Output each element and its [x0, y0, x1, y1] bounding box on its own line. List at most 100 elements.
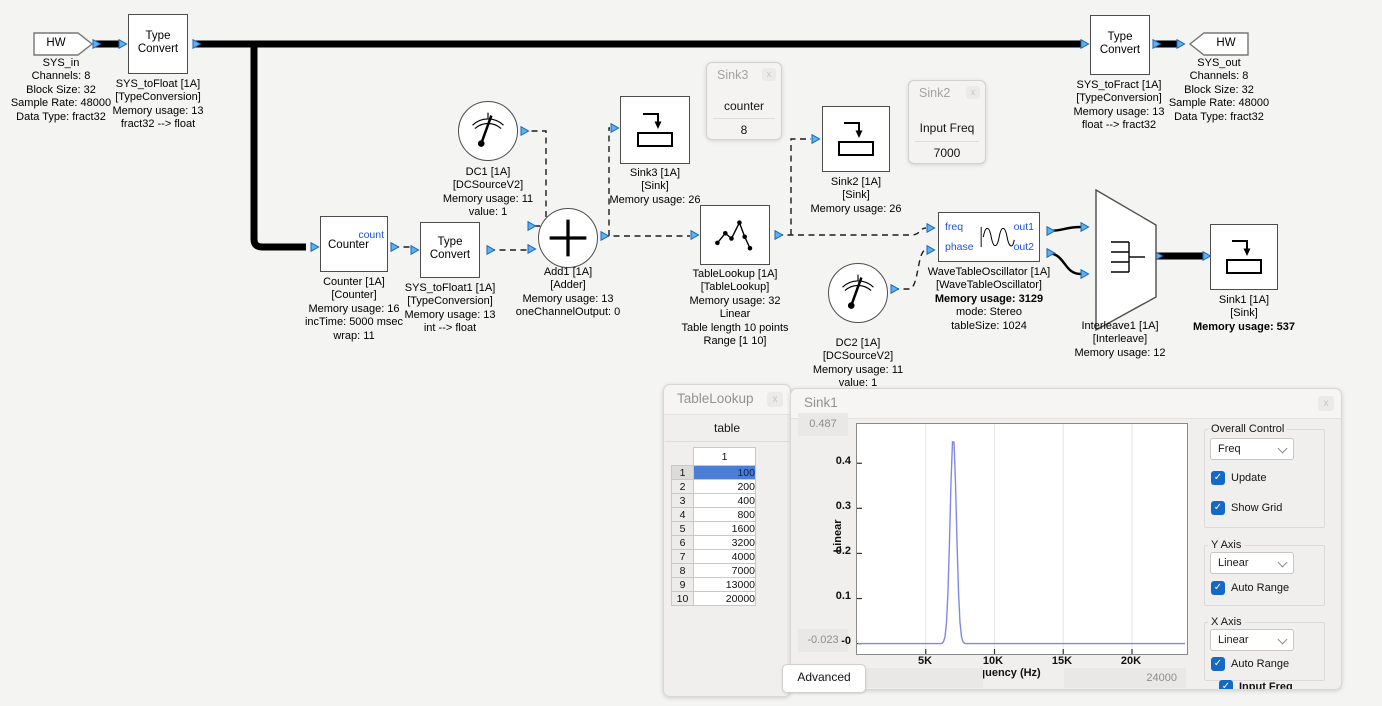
table-row[interactable]: 1100	[672, 466, 756, 480]
port-label-phase: phase	[945, 241, 974, 253]
popup-title: Sink2	[919, 86, 950, 100]
port-label-out1: out1	[1014, 221, 1034, 233]
group-legend: Overall Control	[1208, 423, 1287, 435]
close-icon[interactable]: x	[966, 86, 980, 99]
pin	[927, 246, 935, 255]
show-grid-checkbox[interactable]: ✓ Show Grid	[1211, 501, 1282, 515]
adder-plus-icon	[539, 209, 597, 267]
table-header: table	[664, 421, 790, 435]
table-row[interactable]: 4800	[672, 508, 756, 522]
panel-title: TableLookup	[677, 391, 754, 406]
overall-control-dropdown[interactable]: Freq	[1210, 438, 1294, 460]
chevron-down-icon	[1278, 635, 1288, 645]
pin	[1047, 227, 1055, 236]
popup-label: counter	[707, 99, 781, 113]
type-convert-label: Type	[129, 30, 187, 43]
hw-label: HW	[33, 37, 79, 50]
type-convert-label: Type	[1091, 31, 1149, 44]
table-row[interactable]: 3400	[672, 494, 756, 508]
checkmark-icon: ✓	[1211, 657, 1225, 671]
gauge-icon	[459, 102, 517, 160]
type-convert-label: Type	[421, 236, 479, 249]
table-row[interactable]: 1020000	[672, 592, 756, 606]
selected-cell[interactable]: 100	[694, 466, 756, 480]
column-header: 1	[694, 448, 756, 466]
block-dc-source-1[interactable]	[458, 101, 518, 161]
table-row[interactable]: 51600	[672, 522, 756, 536]
block-hw-input[interactable]: HW	[33, 32, 93, 56]
table-row[interactable]: 74000	[672, 550, 756, 564]
table-row[interactable]: 87000	[672, 564, 756, 578]
block-adder[interactable]	[538, 208, 598, 268]
x-min-field[interactable]: 1	[846, 668, 983, 688]
x-max-field[interactable]: 24000	[1064, 668, 1186, 688]
group-legend: X Axis	[1208, 616, 1245, 628]
checkmark-icon: ✓	[1211, 581, 1225, 595]
close-icon[interactable]: x	[767, 392, 783, 407]
checkmark-icon: ✓	[1219, 680, 1233, 689]
block-dc-source-2[interactable]	[828, 263, 888, 323]
close-icon[interactable]: x	[762, 68, 776, 81]
port-label-count: count	[358, 229, 384, 241]
advanced-button[interactable]: Advanced	[782, 664, 866, 693]
y-tick-label: 0.3	[811, 500, 851, 512]
pin	[528, 222, 536, 231]
chevron-down-icon	[1278, 444, 1288, 454]
y-tick-label: 0.2	[811, 545, 851, 557]
panel-titlebar[interactable]: TableLookup x	[664, 385, 790, 415]
block-type-convert-in[interactable]: Type Convert	[128, 14, 188, 74]
audio-weaver-canvas: HW SYS_in Channels: 8 Block Size: 32 Sam…	[0, 0, 1382, 706]
pin	[528, 245, 536, 254]
block-type-convert-counter[interactable]: Type Convert	[420, 222, 480, 278]
gauge-icon	[829, 264, 887, 322]
pin	[411, 246, 419, 255]
port-label-out2: out2	[1014, 241, 1034, 253]
y-max-field[interactable]: 0.487	[798, 413, 848, 436]
pin	[691, 231, 699, 240]
block-counter[interactable]: Counter count	[320, 216, 388, 272]
update-checkbox[interactable]: ✓ Update	[1211, 471, 1266, 485]
table-row[interactable]: 63200	[672, 536, 756, 550]
popup-value: 8	[713, 118, 775, 137]
block-interleave[interactable]	[1095, 189, 1157, 331]
x-tick-label: 10K	[971, 655, 1015, 667]
y-auto-range-checkbox[interactable]: ✓ Auto Range	[1211, 581, 1289, 595]
x-auto-range-checkbox[interactable]: ✓ Auto Range	[1211, 657, 1289, 671]
block-tablelookup[interactable]	[700, 205, 770, 265]
block-hw-output[interactable]: HW	[1189, 32, 1249, 56]
block-caption: Sink3 [1A] [Sink] Memory usage: 26	[580, 167, 730, 207]
x-axis-scale-dropdown[interactable]: Linear	[1210, 629, 1294, 651]
checkmark-icon: ✓	[1211, 471, 1225, 485]
panel-titlebar[interactable]: Sink1 x	[791, 389, 1341, 419]
input-freq-checkbox[interactable]: ✓ Input Freq	[1219, 680, 1293, 689]
y-axis-scale-dropdown[interactable]: Linear	[1210, 552, 1294, 574]
block-type-convert-out[interactable]: Type Convert	[1090, 15, 1150, 75]
table-row[interactable]: 913000	[672, 578, 756, 592]
close-icon[interactable]: x	[1318, 396, 1334, 411]
spectrum-plot[interactable]	[856, 423, 1188, 655]
pin	[775, 231, 783, 240]
pin	[487, 246, 495, 255]
block-sink3[interactable]	[620, 96, 690, 164]
pin	[521, 127, 529, 136]
pin	[1081, 40, 1089, 49]
sink-icon	[1222, 235, 1266, 277]
y-tick-label: 0.4	[811, 455, 851, 467]
pin	[1177, 40, 1185, 49]
clipped-row: ✓ Input Freq	[1219, 680, 1323, 689]
block-wavetable-oscillator[interactable]: freq phase out1 out2	[938, 212, 1040, 262]
table-row[interactable]: 2200	[672, 480, 756, 494]
block-sink2[interactable]	[822, 106, 890, 172]
wire	[777, 228, 926, 235]
x-tick-label: 5K	[903, 655, 947, 667]
lookup-table: 1 1100 2200 3400 4800 51600 63200 74000 …	[671, 447, 756, 606]
block-caption: SYS_toFloat [1A] [TypeConversion] Memory…	[83, 78, 233, 132]
pin	[601, 232, 609, 241]
y-axis-label: Linear	[832, 506, 846, 566]
popup-title: Sink3	[717, 68, 748, 82]
pin	[812, 135, 820, 144]
port-label-freq: freq	[945, 221, 963, 233]
block-sink1[interactable]	[1210, 224, 1278, 290]
checkmark-icon: ✓	[1211, 501, 1225, 515]
block-caption: DC2 [1A] [DCSourceV2] Memory usage: 11 v…	[783, 337, 933, 391]
